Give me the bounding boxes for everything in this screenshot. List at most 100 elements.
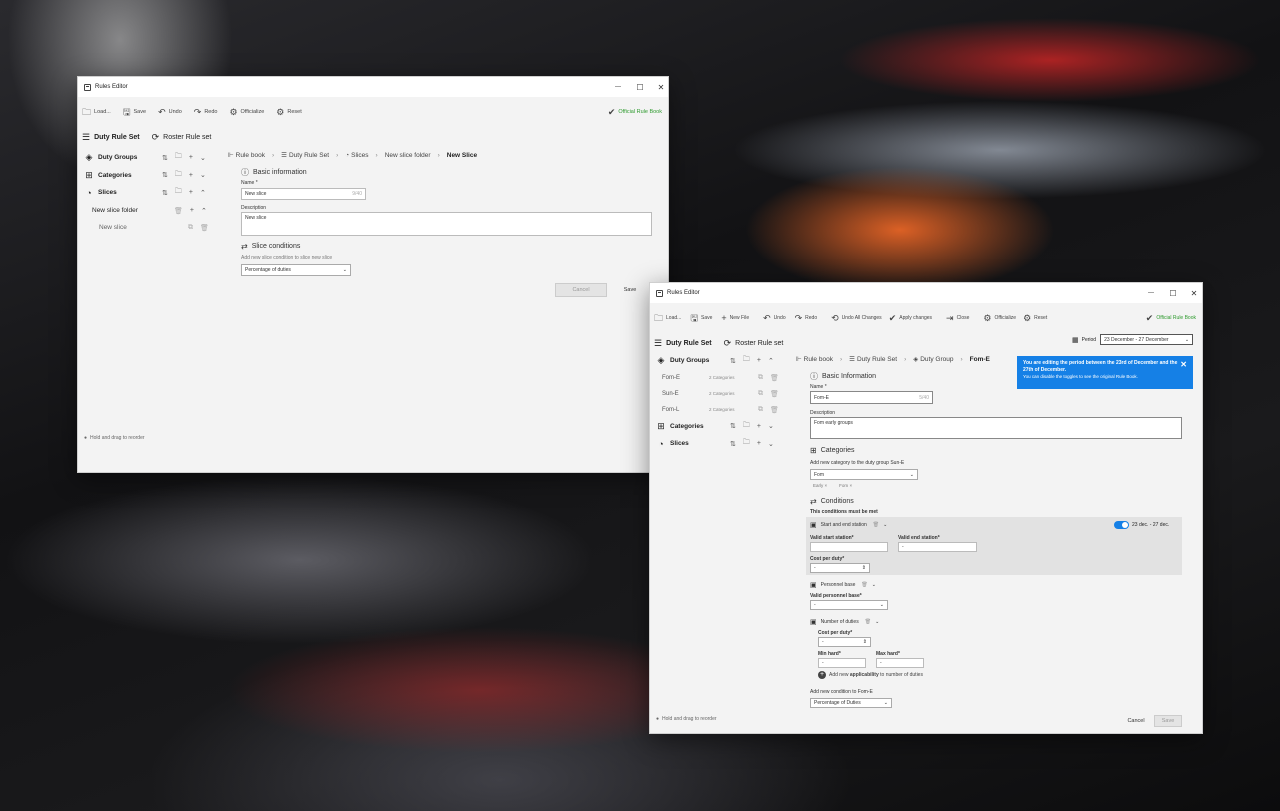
description-input[interactable]: Fom early groups xyxy=(810,417,1182,439)
save-button[interactable]: 🖫 Save xyxy=(123,104,146,120)
sidebar-item-slices[interactable]: ◔ Slices ⇅ 🗀 + ⌃ xyxy=(84,184,212,202)
chevron-up-icon[interactable]: ⌃ xyxy=(768,357,774,365)
add-icon[interactable]: + xyxy=(189,189,193,196)
add-folder-icon[interactable]: 🗀 xyxy=(743,355,750,366)
condition-select[interactable]: Percentage of duties ⌄ xyxy=(241,264,351,276)
tab-roster-rule-set[interactable]: ⟳ Roster Rule set xyxy=(152,132,212,143)
delete-icon[interactable]: 🗑 xyxy=(770,406,779,414)
name-input[interactable]: Fom-E 5/40 xyxy=(810,391,933,404)
sort-icon[interactable]: ⇅ xyxy=(162,189,168,197)
add-folder-icon[interactable]: 🗀 xyxy=(175,152,182,163)
breadcrumb-duty-rule-set[interactable]: Duty Rule Set xyxy=(289,152,329,159)
valid-end-station-input[interactable]: - xyxy=(898,542,977,552)
undo-all-button[interactable]: ⟲ Undo All Changes xyxy=(831,310,882,326)
save-button-form[interactable]: Save xyxy=(610,283,650,297)
save-button-form[interactable]: Save xyxy=(1154,715,1182,727)
copy-icon[interactable]: ⧉ xyxy=(188,224,193,232)
undo-button[interactable]: ↶ Undo xyxy=(158,104,182,120)
chevron-down-icon[interactable]: ⌄ xyxy=(875,619,879,625)
cost-per-duty-stepper[interactable]: - ⇕ xyxy=(810,563,870,573)
sidebar-item-fom-l[interactable]: Fom-L 2 Categories ⧉ 🗑 xyxy=(656,402,782,418)
sidebar-item-duty-groups[interactable]: ◈ Duty Groups ⇅ 🗀 + ⌃ xyxy=(656,352,782,370)
valid-personnel-base-select[interactable]: - ⌄ xyxy=(810,600,888,610)
cost-per-duty-2-stepper[interactable]: - ⇕ xyxy=(818,637,871,647)
sort-icon[interactable]: ⇅ xyxy=(730,440,736,448)
officialize-button[interactable]: ⚙ Officialize xyxy=(983,310,1016,326)
add-folder-icon[interactable]: 🗀 xyxy=(175,187,182,198)
sidebar-item-slices[interactable]: ◔ Slices ⇅ 🗀 + ⌄ xyxy=(656,435,782,453)
load-button[interactable]: 🗀 Load... xyxy=(82,104,111,120)
close-icon[interactable]: ✕ xyxy=(1180,360,1187,369)
sidebar-item-categories[interactable]: ⊞ Categories ⇅ 🗀 + ⌄ xyxy=(656,418,782,436)
name-input[interactable]: New slice 9/40 xyxy=(241,188,366,200)
add-icon[interactable]: + xyxy=(757,357,761,364)
stepper-icon[interactable]: ⇕ xyxy=(863,639,867,645)
add-icon[interactable]: + xyxy=(757,423,761,430)
valid-start-station-input[interactable] xyxy=(810,542,888,552)
period-select[interactable]: 23 December - 27 December ⌄ xyxy=(1100,334,1194,345)
apply-changes-button[interactable]: ✔ Apply changes xyxy=(889,310,932,326)
breadcrumb-rule-book[interactable]: Rule book xyxy=(804,356,833,363)
add-applicability-link[interactable]: + Add new applicability to number of dut… xyxy=(818,671,923,679)
delete-icon[interactable]: 🗑 xyxy=(174,207,183,215)
chevron-up-icon[interactable]: ⌃ xyxy=(200,189,206,197)
close-file-button[interactable]: ⇥ Close xyxy=(946,310,969,326)
officialize-button[interactable]: ⚙ Officialize xyxy=(229,104,264,120)
chip-fom[interactable]: Fom × xyxy=(839,483,852,488)
sidebar-item-categories[interactable]: ⊞ Categories ⇅ 🗀 + ⌄ xyxy=(84,167,212,185)
sidebar-item-fom-e[interactable]: Fom-E 2 Categories ⧉ 🗑 xyxy=(656,370,782,386)
minimize-button[interactable]: — xyxy=(607,77,629,97)
maximize-button[interactable]: ☐ xyxy=(629,77,651,97)
official-rule-book-button[interactable]: ✔ Official Rule Book xyxy=(608,104,662,120)
load-button[interactable]: 🗀 Load... xyxy=(654,310,681,326)
add-icon[interactable]: + xyxy=(190,207,194,214)
sidebar-item-duty-groups[interactable]: ◈ Duty Groups ⇅ 🗀 + ⌄ xyxy=(84,149,212,167)
sort-icon[interactable]: ⇅ xyxy=(162,154,168,162)
delete-icon[interactable]: 🗑 xyxy=(873,522,879,528)
condition-select[interactable]: Percentage of Duties ⌄ xyxy=(810,698,892,708)
chevron-down-icon[interactable]: ⌄ xyxy=(872,582,876,588)
sort-icon[interactable]: ⇅ xyxy=(730,357,736,365)
max-hard-input[interactable]: - xyxy=(876,658,924,668)
reset-button[interactable]: ⚙ Reset xyxy=(276,104,301,120)
official-rule-book-button[interactable]: ✔ Official Rule Book xyxy=(1146,310,1196,326)
delete-icon[interactable]: 🗑 xyxy=(770,390,779,398)
toggle-switch[interactable] xyxy=(1114,521,1129,529)
copy-icon[interactable]: ⧉ xyxy=(758,374,763,382)
remove-icon[interactable]: × xyxy=(849,483,852,488)
copy-icon[interactable]: ⧉ xyxy=(758,390,763,398)
breadcrumb-folder[interactable]: New slice folder xyxy=(385,152,431,159)
delete-icon[interactable]: 🗑 xyxy=(865,619,871,625)
category-select[interactable]: Fom ⌄ xyxy=(810,469,918,480)
description-input[interactable]: New slice xyxy=(241,212,652,236)
delete-icon[interactable]: 🗑 xyxy=(200,224,209,232)
chevron-down-icon[interactable]: ⌄ xyxy=(768,422,774,430)
period-toggle[interactable]: 23 dec. - 27 dec. xyxy=(1114,521,1169,529)
delete-icon[interactable]: 🗑 xyxy=(770,374,779,382)
copy-icon[interactable]: ⧉ xyxy=(758,406,763,414)
save-button[interactable]: 🖫 Save xyxy=(690,310,712,326)
tab-duty-rule-set[interactable]: ☰ Duty Rule Set xyxy=(654,338,712,349)
breadcrumb-slices[interactable]: Slices xyxy=(351,152,368,159)
chevron-down-icon[interactable]: ⌄ xyxy=(768,440,774,448)
add-icon[interactable]: + xyxy=(189,172,193,179)
add-folder-icon[interactable]: 🗀 xyxy=(175,170,182,181)
sort-icon[interactable]: ⇅ xyxy=(162,171,168,179)
close-button[interactable]: ✕ xyxy=(650,77,668,97)
breadcrumb-duty-rule-set[interactable]: Duty Rule Set xyxy=(857,356,897,363)
maximize-button[interactable]: ☐ xyxy=(1162,283,1184,303)
new-file-button[interactable]: + New File xyxy=(721,310,749,326)
delete-icon[interactable]: 🗑 xyxy=(861,582,867,588)
remove-icon[interactable]: × xyxy=(825,483,828,488)
chevron-down-icon[interactable]: ⌄ xyxy=(883,522,887,528)
cancel-button[interactable]: Cancel xyxy=(1120,715,1152,727)
sidebar-item-new-slice-folder[interactable]: New slice folder 🗑 + ⌃ xyxy=(84,202,212,220)
redo-button[interactable]: ↷ Redo xyxy=(194,104,218,120)
tab-duty-rule-set[interactable]: ☰ Duty Rule Set xyxy=(82,132,140,143)
sort-icon[interactable]: ⇅ xyxy=(730,422,736,430)
add-icon[interactable]: + xyxy=(189,154,193,161)
sidebar-item-new-slice[interactable]: New slice ⧉ 🗑 xyxy=(84,220,212,236)
chevron-down-icon[interactable]: ⌄ xyxy=(200,171,206,179)
add-folder-icon[interactable]: 🗀 xyxy=(743,438,750,449)
breadcrumb-rule-book[interactable]: Rule book xyxy=(236,152,265,159)
